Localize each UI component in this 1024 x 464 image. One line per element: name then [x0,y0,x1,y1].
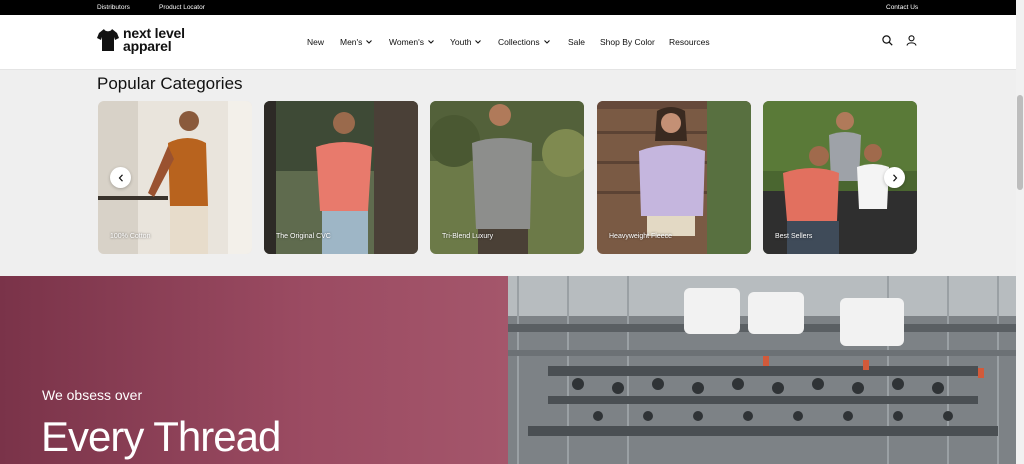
chevron-down-icon [543,40,550,44]
distributors-link[interactable]: Distributors [97,4,130,11]
product-locator-link[interactable]: Product Locator [159,4,205,11]
nav-collections[interactable]: Collections [498,37,550,47]
nav-new[interactable]: New [307,37,324,47]
tshirt-logo-icon [97,29,119,51]
site-logo[interactable]: next level apparel [97,25,185,54]
model-photo [264,101,418,254]
logo-wordmark: next level apparel [123,25,185,54]
nav-shop-by-color[interactable]: Shop By Color [600,37,655,47]
category-card-original-cvc[interactable]: The Original CVC [264,101,418,254]
category-label: Best Sellers [775,233,813,240]
category-card-tri-blend[interactable]: Tri-Blend Luxury [430,101,584,254]
factory-photo [508,276,1016,464]
nav-resources[interactable]: Resources [669,37,710,47]
category-label: 100% Cotton [110,233,151,240]
site-header: next level apparel New Men's Women's You… [0,15,1016,70]
page-scrollbar[interactable] [1016,0,1024,464]
nav-womens[interactable]: Women's [389,37,434,47]
scrollbar-thumb[interactable] [1017,95,1023,190]
chevron-down-icon [366,40,373,44]
carousel-next-button[interactable] [884,167,905,188]
account-icon[interactable] [906,35,917,46]
contact-us-link[interactable]: Contact Us [886,4,918,11]
category-label: Tri-Blend Luxury [442,233,494,240]
promo-eyebrow: We obsess over [42,387,143,403]
nav-youth[interactable]: Youth [450,37,482,47]
promo-headline: Every Thread [41,413,281,460]
category-label: Heavyweight Fleece [609,233,673,240]
carousel-prev-button[interactable] [110,167,131,188]
search-icon[interactable] [882,35,893,46]
chevron-right-icon [892,173,897,182]
utility-bar: Distributors Product Locator Contact Us [0,0,1016,15]
knitting-machine-image [508,276,1016,464]
chevron-left-icon [118,173,123,182]
model-photo [430,101,584,254]
category-card-heavyweight-fleece[interactable]: Heavyweight Fleece [597,101,751,254]
popular-categories-heading: Popular Categories [97,74,243,93]
chevron-down-icon [428,40,434,44]
model-photo [597,101,751,254]
chevron-down-icon [475,40,482,44]
category-label: The Original CVC [276,233,331,240]
nav-mens[interactable]: Men's [340,37,373,47]
nav-sale[interactable]: Sale [568,37,585,47]
